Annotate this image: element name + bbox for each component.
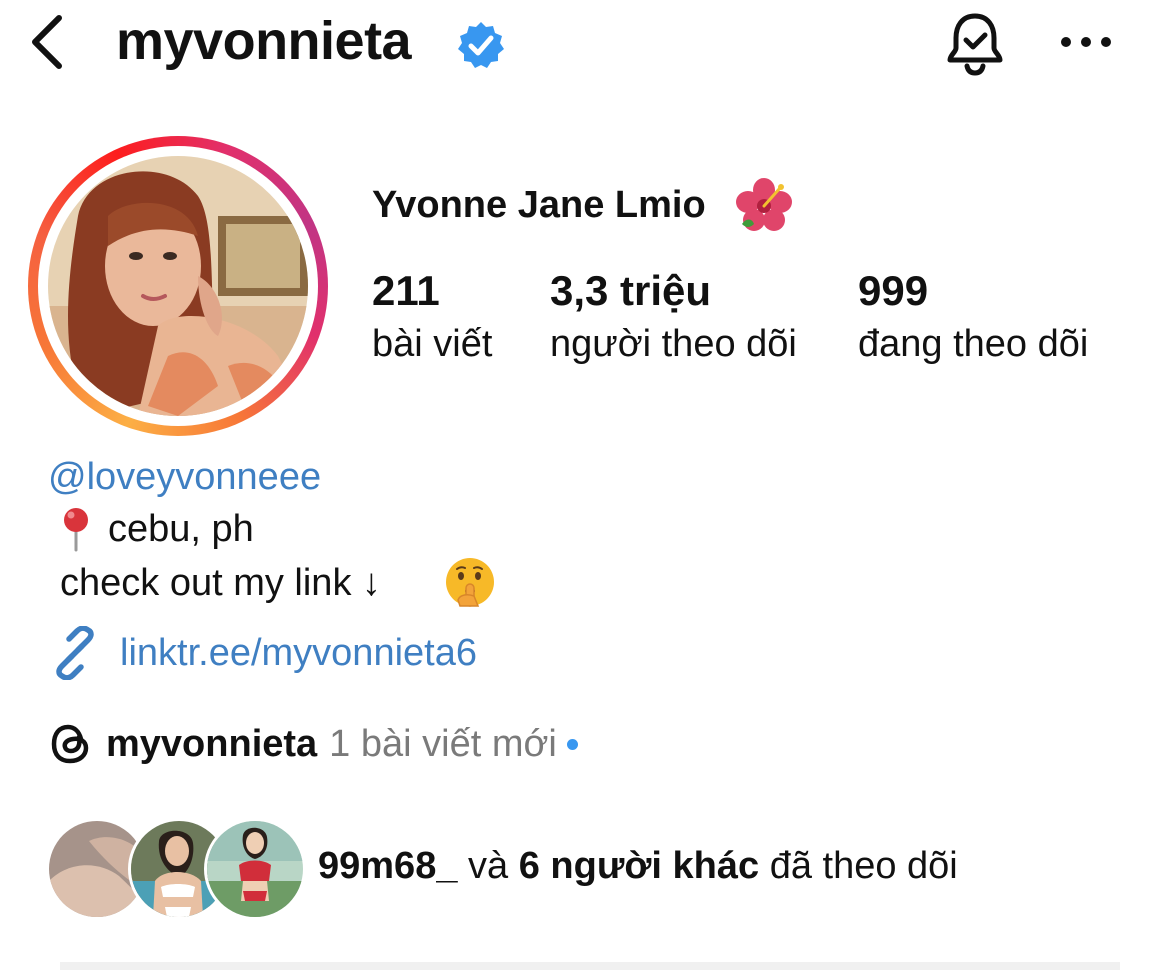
followed-by-text[interactable]: 99m68_ và 6 người khác đã theo dõi (318, 840, 958, 892)
back-button[interactable] (22, 10, 72, 74)
bio-mention-link[interactable]: @loveyvonneee (48, 452, 321, 502)
hibiscus-icon (736, 178, 792, 231)
ellipsis-icon (1061, 37, 1111, 47)
bio-external-link[interactable]: linktr.ee/myvonnieta6 (120, 628, 477, 678)
shushing-face-icon (446, 558, 494, 607)
follower-avatar-3[interactable] (204, 818, 306, 920)
stat-posts-label: bài viết (372, 323, 493, 365)
threads-handle: myvonnieta (106, 722, 318, 765)
notifications-button[interactable] (940, 8, 1010, 78)
threads-new-posts: 1 bài viết mới (329, 722, 557, 765)
profile-avatar-story-ring[interactable] (28, 136, 328, 436)
profile-username-title: myvonnieta (116, 11, 412, 71)
stat-following[interactable]: 999 đang theo dõi (858, 264, 1088, 370)
threads-icon (51, 724, 89, 764)
stat-followers[interactable]: 3,3 triệu người theo dõi (550, 264, 797, 370)
action-buttons-edge (60, 962, 1120, 970)
bio-text-line: check out my link ↓ (60, 562, 381, 604)
stat-followers-value: 3,3 triệu (550, 267, 712, 314)
bio-location: cebu, ph (108, 508, 254, 550)
chevron-left-icon (32, 15, 62, 69)
stat-posts[interactable]: 211 bài viết (372, 264, 492, 370)
avatar-photo-image (48, 156, 308, 416)
followed-by-suffix: đã theo dõi (769, 845, 958, 887)
followed-by-others: 6 người khác (518, 845, 760, 887)
followed-by-first-user: 99m68_ (318, 845, 458, 887)
stat-following-value: 999 (858, 267, 929, 314)
verified-badge-icon (458, 22, 504, 68)
stat-posts-value: 211 (372, 267, 440, 314)
unread-dot (566, 738, 578, 750)
followed-by-conjunction: và (468, 845, 509, 887)
display-name: Yvonne Jane Lmio (372, 184, 706, 226)
profile-screen: myvonnieta Yvonne Jane Lmio 211 bài viết… (0, 0, 1170, 970)
threads-badge[interactable]: myvonnieta 1 bài viết mới (48, 716, 578, 772)
stat-following-label: đang theo dõi (858, 323, 1089, 365)
stat-followers-label: người theo dõi (550, 323, 797, 365)
round-pushpin-icon (64, 508, 88, 552)
bell-check-icon (947, 13, 1003, 76)
more-options-button[interactable] (1058, 22, 1114, 62)
link-icon (56, 626, 94, 680)
follower-avatar-3-image (207, 821, 303, 917)
avatar (48, 156, 308, 416)
